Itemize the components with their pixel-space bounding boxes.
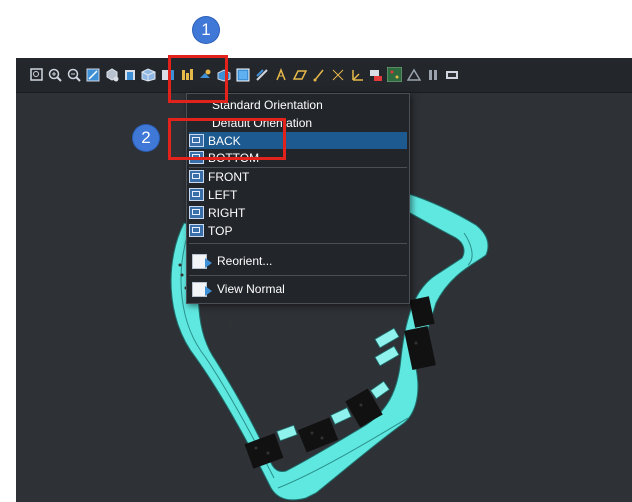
callout-badge-1: 1 bbox=[193, 17, 219, 43]
menu-item-label: Standard Orientation bbox=[212, 97, 323, 112]
saved-view-icon bbox=[189, 206, 204, 219]
menu-item-label: FRONT bbox=[208, 169, 250, 184]
rotate-icon[interactable] bbox=[104, 67, 119, 82]
section-view-icon[interactable] bbox=[122, 67, 137, 82]
menu-item-label: Reorient... bbox=[217, 254, 273, 268]
callout-label: 1 bbox=[201, 20, 211, 39]
appearance-icon[interactable] bbox=[406, 67, 421, 82]
view-normal-icon bbox=[191, 279, 213, 299]
view-right-item[interactable]: RIGHT bbox=[189, 204, 407, 221]
datum-point-icon[interactable] bbox=[330, 67, 345, 82]
spin-center-icon[interactable] bbox=[387, 67, 402, 82]
shaded-edges-icon[interactable] bbox=[235, 67, 250, 82]
menu-divider bbox=[189, 243, 407, 244]
callout-label: 2 bbox=[141, 128, 151, 147]
menu-item-label: View Normal bbox=[217, 282, 285, 296]
zoom-in-icon[interactable] bbox=[47, 67, 62, 82]
highlight-box-toolbar bbox=[168, 55, 228, 103]
view-orientation-icon[interactable] bbox=[141, 67, 156, 82]
datum-display-icon[interactable] bbox=[273, 67, 288, 82]
saved-view-icon bbox=[189, 170, 204, 183]
coordinate-system-icon[interactable] bbox=[349, 67, 364, 82]
datum-axis-icon[interactable] bbox=[311, 67, 326, 82]
datum-plane-icon[interactable] bbox=[292, 67, 307, 82]
saved-view-icon bbox=[189, 224, 204, 237]
menu-item-label: TOP bbox=[208, 223, 233, 238]
callout-badge-2: 2 bbox=[133, 125, 159, 151]
reorient-item[interactable]: Reorient... bbox=[189, 249, 407, 273]
reorient-icon bbox=[191, 251, 213, 271]
menu-item-label: RIGHT bbox=[208, 205, 246, 220]
view-top-item[interactable]: TOP bbox=[189, 222, 407, 239]
view-toolbar bbox=[16, 58, 632, 93]
more-icon[interactable] bbox=[444, 67, 459, 82]
view-normal-item[interactable]: View Normal bbox=[189, 277, 407, 301]
menu-divider bbox=[189, 275, 407, 276]
pause-icon[interactable] bbox=[425, 67, 440, 82]
view-front-item[interactable]: FRONT bbox=[189, 168, 407, 185]
saved-view-icon bbox=[189, 188, 204, 201]
annotation-icon[interactable] bbox=[368, 67, 383, 82]
wireframe-icon[interactable] bbox=[254, 67, 269, 82]
zoom-fit-icon[interactable] bbox=[29, 67, 44, 82]
zoom-out-icon[interactable] bbox=[66, 67, 81, 82]
cad-application-window: Standard Orientation Default Orientation… bbox=[16, 58, 632, 502]
menu-item-label: LEFT bbox=[208, 187, 238, 202]
view-left-item[interactable]: LEFT bbox=[189, 186, 407, 203]
highlight-box-menu-items bbox=[168, 118, 286, 160]
zoom-area-icon[interactable] bbox=[85, 67, 100, 82]
